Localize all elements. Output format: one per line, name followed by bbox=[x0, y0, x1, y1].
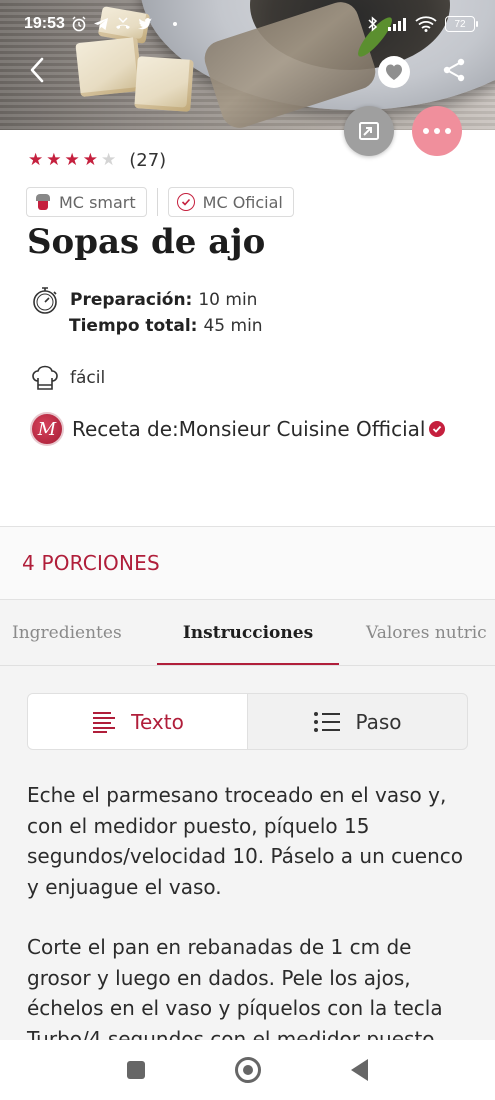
share-button[interactable] bbox=[440, 56, 468, 84]
view-mode-toggle: Texto Paso bbox=[27, 693, 468, 750]
star-filled-icon: ★ bbox=[82, 150, 98, 170]
total-time-row: Tiempo total: 45 min bbox=[69, 316, 263, 336]
tab-ingredientes[interactable]: Ingredientes bbox=[12, 600, 122, 665]
tag-mc-smart: MC smart bbox=[26, 187, 147, 217]
list-icon bbox=[314, 711, 341, 732]
instruction-paragraph: Eche el parmesano troceado en el vaso y,… bbox=[27, 783, 464, 899]
home-button[interactable] bbox=[235, 1057, 261, 1083]
text-mode-label: Texto bbox=[131, 709, 184, 734]
total-label: Tiempo total: bbox=[69, 316, 198, 336]
battery-icon: 72 bbox=[445, 16, 478, 32]
prep-label: Preparación: bbox=[70, 290, 193, 310]
author-row[interactable]: M Receta de:Monsieur Cuisine Official bbox=[30, 412, 446, 446]
rating-count: (27) bbox=[129, 150, 167, 171]
status-time: 19:53 bbox=[24, 15, 65, 32]
prep-time-row: Preparación: 10 min bbox=[30, 284, 257, 316]
recipe-tabs: Ingredientes Instrucciones Valores nutri… bbox=[0, 600, 495, 666]
hero-bread-cube bbox=[134, 56, 194, 112]
chef-hat-icon bbox=[30, 362, 60, 394]
battery-level: 72 bbox=[454, 18, 466, 30]
star-empty-icon: ★ bbox=[101, 150, 117, 170]
official-badge-icon bbox=[176, 193, 195, 211]
author-avatar: M bbox=[30, 412, 64, 446]
prep-value: 10 min bbox=[198, 290, 258, 310]
bluetooth-icon bbox=[368, 16, 378, 32]
tag-divider bbox=[156, 188, 158, 216]
system-nav-bar bbox=[0, 1040, 495, 1100]
verified-icon bbox=[429, 421, 446, 437]
step-mode-label: Paso bbox=[355, 709, 402, 734]
instruction-paragraph: Corte el pan en rebanadas de 1 cm de gro… bbox=[27, 935, 443, 1040]
status-system-icons: 72 bbox=[367, 16, 478, 32]
difficulty-row: fácil bbox=[30, 362, 105, 394]
author-text: Receta de:Monsieur Cuisine Official bbox=[72, 417, 426, 441]
signal-icon bbox=[388, 18, 406, 31]
telegram-icon bbox=[93, 18, 108, 30]
back-nav-button[interactable] bbox=[351, 1059, 368, 1081]
step-mode-button[interactable]: Paso bbox=[248, 694, 467, 749]
total-value: 45 min bbox=[203, 316, 263, 336]
cast-button[interactable] bbox=[344, 106, 394, 156]
alarm-icon bbox=[72, 16, 86, 32]
recipe-tags: MC smart MC Oficial bbox=[26, 187, 294, 217]
favorite-button[interactable] bbox=[378, 56, 410, 88]
status-bar: 19:53 72 bbox=[0, 0, 495, 48]
portions-selector[interactable]: 4 PORCIONES bbox=[0, 526, 495, 600]
text-lines-icon bbox=[93, 711, 116, 733]
more-icon bbox=[423, 128, 451, 134]
wifi-icon bbox=[415, 16, 437, 32]
star-filled-icon: ★ bbox=[28, 150, 44, 170]
tag-label: MC smart bbox=[59, 192, 136, 212]
recents-button[interactable] bbox=[127, 1061, 145, 1079]
missed-call-icon bbox=[115, 17, 130, 29]
status-notification-icons bbox=[71, 16, 177, 32]
star-filled-icon: ★ bbox=[46, 150, 62, 170]
tag-label: MC Oficial bbox=[202, 192, 283, 212]
stopwatch-icon bbox=[30, 284, 60, 316]
twitter-icon bbox=[137, 18, 152, 30]
tab-instrucciones[interactable]: Instrucciones bbox=[157, 600, 339, 665]
instructions-text: Eche el parmesano troceado en el vaso y,… bbox=[27, 780, 472, 1040]
difficulty-value: fácil bbox=[70, 368, 106, 388]
text-mode-button[interactable]: Texto bbox=[28, 694, 248, 749]
back-arrow-icon bbox=[30, 57, 44, 83]
heart-icon bbox=[386, 64, 402, 80]
cast-icon bbox=[359, 122, 379, 140]
recipe-title: Sopas de ajo bbox=[27, 222, 266, 262]
share-icon bbox=[443, 58, 465, 82]
back-button[interactable] bbox=[26, 56, 50, 84]
status-more-dot bbox=[172, 22, 177, 26]
instructions-panel: Texto Paso Eche el parmesano troceado en… bbox=[0, 666, 495, 1040]
tab-valores-nutricionales[interactable]: Valores nutric bbox=[366, 600, 487, 665]
star-filled-icon: ★ bbox=[64, 150, 80, 170]
more-options-button[interactable] bbox=[412, 106, 462, 156]
chef-icon bbox=[35, 194, 51, 210]
tag-mc-oficial: MC Oficial bbox=[167, 187, 294, 217]
recipe-rating[interactable]: ★ ★ ★ ★ ★ (27) bbox=[28, 150, 166, 171]
